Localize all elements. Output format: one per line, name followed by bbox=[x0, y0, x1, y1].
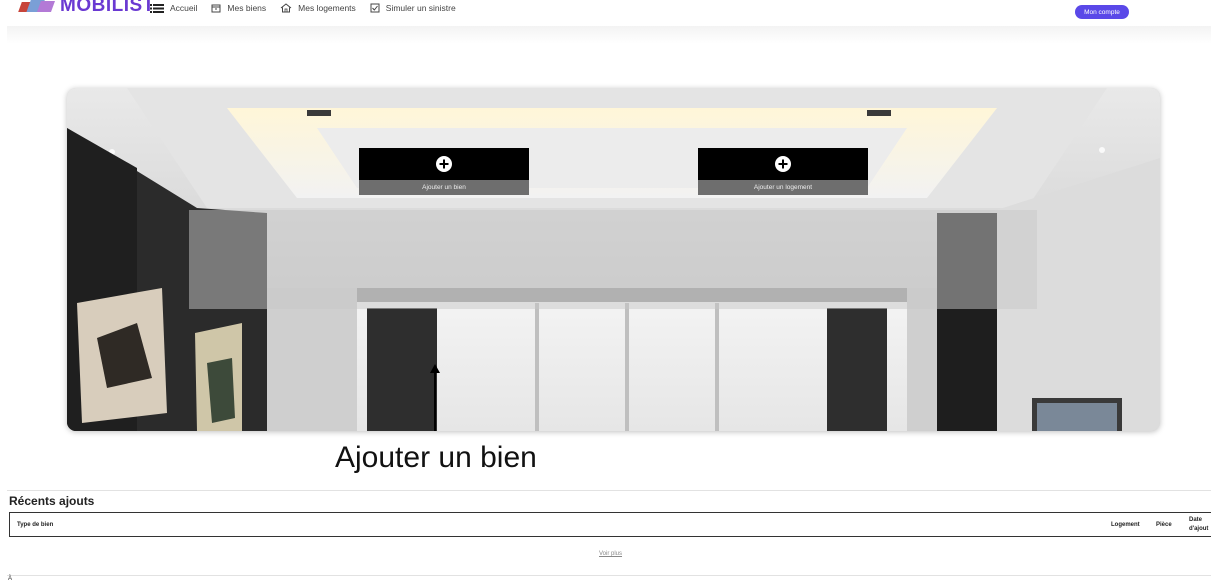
nav-label: Simuler un sinistre bbox=[385, 3, 456, 13]
nav-item-mes-logements[interactable]: Mes logements bbox=[280, 3, 356, 13]
top-navbar: MOBILIST Accueil Mes biens Mes logements… bbox=[0, 0, 1211, 26]
box-icon bbox=[211, 4, 221, 13]
add-bien-icon-zone bbox=[359, 148, 529, 180]
nav-item-mes-biens[interactable]: Mes biens bbox=[211, 3, 266, 13]
recent-table-header: Type de bien Logement Pièce Date d'ajout bbox=[9, 512, 1211, 537]
add-bien-label: Ajouter un bien bbox=[359, 180, 529, 195]
add-logement-button[interactable]: Ajouter un logement bbox=[698, 148, 868, 195]
nav-label: Accueil bbox=[170, 3, 198, 13]
recent-section-title: Récents ajouts bbox=[9, 494, 95, 508]
column-header-logement[interactable]: Logement bbox=[1111, 513, 1140, 536]
header-shadow bbox=[7, 26, 1211, 44]
add-logement-icon-zone bbox=[698, 148, 868, 180]
add-bien-button[interactable]: Ajouter un bien bbox=[359, 148, 529, 195]
nav-item-accueil[interactable]: Accueil bbox=[150, 3, 197, 13]
house-icon bbox=[280, 3, 292, 13]
section-divider bbox=[7, 490, 1211, 491]
plus-circle-icon bbox=[775, 156, 791, 172]
column-header-date[interactable]: Date d'ajout bbox=[1189, 513, 1211, 536]
annotation-caption: Ajouter un bien bbox=[335, 441, 537, 474]
footer-mark: À bbox=[8, 576, 13, 582]
annotation-arrow-line bbox=[434, 370, 436, 431]
plus-circle-icon bbox=[436, 156, 452, 172]
column-header-piece[interactable]: Pièce bbox=[1156, 513, 1172, 536]
nav-label: Mes biens bbox=[227, 3, 267, 13]
column-header-date-line1: Date bbox=[1189, 516, 1203, 523]
account-button[interactable]: Mon compte bbox=[1075, 5, 1129, 19]
section-divider-bottom bbox=[7, 575, 1211, 576]
add-logement-label: Ajouter un logement bbox=[698, 180, 868, 195]
column-header-type[interactable]: Type de bien bbox=[17, 513, 53, 536]
brand-name: MOBILIST bbox=[60, 0, 155, 16]
nav-label: Mes logements bbox=[298, 3, 356, 13]
main-nav: Accueil Mes biens Mes logements Simuler … bbox=[150, 3, 470, 13]
hero-banner bbox=[67, 88, 1160, 431]
checkbox-icon bbox=[370, 3, 380, 13]
nav-item-simuler-sinistre[interactable]: Simuler un sinistre bbox=[370, 3, 456, 13]
see-more-link[interactable]: Voir plus bbox=[599, 551, 622, 557]
mobilist-logo-icon bbox=[18, 0, 56, 14]
hero-overlay bbox=[189, 210, 1037, 309]
column-header-date-line2: d'ajout bbox=[1189, 525, 1209, 532]
brand-logo[interactable]: MOBILIST bbox=[18, 0, 155, 18]
list-icon bbox=[150, 4, 164, 13]
